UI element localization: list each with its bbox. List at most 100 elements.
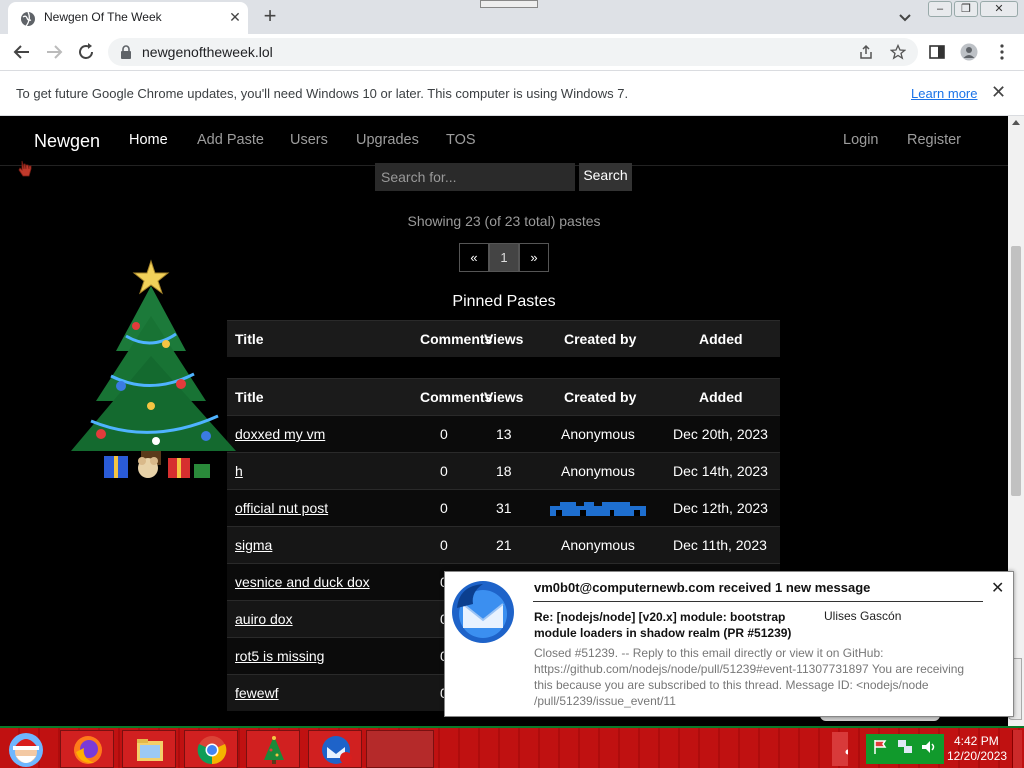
paste-title-link[interactable]: vesnice and duck dox [235, 574, 370, 590]
clock-time[interactable]: 4:42 PM [954, 734, 999, 748]
forward-arrow-icon[interactable] [44, 42, 64, 62]
paste-title-link[interactable]: rot5 is missing [235, 648, 324, 664]
window-drag-handle[interactable] [480, 0, 538, 8]
firefox-icon [74, 736, 102, 764]
folder-icon [137, 739, 163, 761]
col-views: Views [484, 331, 524, 347]
new-tab-button[interactable]: + [258, 5, 282, 29]
nav-upgrades[interactable]: Upgrades [356, 132, 419, 148]
view-count: 18 [496, 463, 512, 479]
thunderbird-icon [452, 581, 514, 643]
share-icon[interactable] [858, 44, 874, 60]
nav-tos[interactable]: TOS [446, 132, 476, 148]
results-count: Showing 23 (of 23 total) pastes [407, 213, 601, 229]
notification-title: Re: [nodejs/node] [v20.x] module: bootst… [534, 610, 792, 640]
nav-users[interactable]: Users [290, 132, 328, 148]
minimize-button[interactable]: – [928, 1, 952, 17]
network-icon[interactable] [896, 738, 914, 756]
view-count: 21 [496, 537, 512, 553]
created-by[interactable]: Anonymous [561, 426, 635, 442]
red-hand-cursor-icon [18, 160, 32, 177]
back-arrow-icon[interactable] [12, 42, 32, 62]
tab-close-icon[interactable]: ✕ [226, 8, 244, 26]
table-header-row: Title Comments Views Created by Added [227, 378, 780, 415]
tray-overflow-icon[interactable] [832, 732, 848, 766]
restore-button[interactable]: ❐ [954, 1, 978, 17]
table-row: h 0 18 Anonymous Dec 14th, 2023 [227, 452, 780, 489]
infobar-close-icon[interactable]: ✕ [991, 82, 1006, 103]
col-views: Views [484, 389, 524, 405]
paste-title-link[interactable]: auiro dox [235, 611, 293, 627]
pinned-table: Title Comments Views Created by Added [227, 320, 780, 357]
paste-title-link[interactable]: fewewf [235, 685, 279, 701]
col-comments: Comments [420, 389, 493, 405]
search-input[interactable]: Search for... [375, 163, 575, 191]
thunderbird-taskbar-icon [322, 736, 352, 764]
search-button[interactable]: Search [579, 163, 632, 191]
update-infobar: To get future Google Chrome updates, you… [0, 70, 1024, 116]
chrome-icon [197, 736, 227, 765]
col-added: Added [699, 389, 743, 405]
nav-register[interactable]: Register [907, 132, 961, 148]
taskbar-thunderbird[interactable] [308, 730, 362, 768]
added-date: Dec 11th, 2023 [673, 537, 767, 553]
comment-count: 0 [440, 426, 448, 442]
action-center-flag-icon[interactable] [872, 738, 890, 756]
lock-icon[interactable] [120, 45, 132, 59]
learn-more-link[interactable]: Learn more [911, 86, 977, 101]
clock-date[interactable]: 12/20/2023 [947, 749, 1007, 763]
comment-count: 0 [440, 500, 448, 516]
nav-login[interactable]: Login [843, 132, 878, 148]
created-by[interactable]: Anonymous [561, 537, 635, 553]
table-row: doxxed my vm 0 13 Anonymous Dec 20th, 20… [227, 415, 780, 452]
scroll-thumb[interactable] [1011, 246, 1021, 496]
user-badge-image[interactable] [550, 502, 646, 516]
nav-add-paste[interactable]: Add Paste [197, 132, 264, 148]
santa-start-button-icon[interactable] [4, 730, 48, 768]
windows-taskbar: 4:42 PM 12/20/2023 [0, 726, 1024, 768]
site-brand[interactable]: Newgen [34, 131, 100, 152]
tab-search-chevron-icon[interactable] [896, 8, 914, 26]
infobar-message: To get future Google Chrome updates, you… [16, 86, 629, 101]
paste-title-link[interactable]: sigma [235, 537, 272, 553]
url-text[interactable]: newgenoftheweek.lol [142, 44, 273, 60]
table-row: sigma 0 21 Anonymous Dec 11th, 2023 [227, 526, 780, 563]
globe-icon [21, 11, 35, 27]
close-window-button[interactable]: ✕ [980, 1, 1018, 17]
col-added: Added [699, 331, 743, 347]
side-panel-icon[interactable] [928, 43, 946, 61]
page-prev-button[interactable]: « [459, 243, 489, 272]
address-bar[interactable]: newgenoftheweek.lol [108, 38, 918, 66]
profile-avatar-icon[interactable] [960, 43, 978, 61]
taskbar-empty-slot[interactable] [366, 730, 434, 768]
taskbar-chrome[interactable] [184, 730, 238, 768]
show-desktop-button[interactable] [1012, 730, 1022, 768]
volume-icon[interactable] [920, 738, 938, 756]
page-next-button[interactable]: » [519, 243, 549, 272]
menu-kebab-icon[interactable] [993, 43, 1011, 61]
browser-tab[interactable]: Newgen Of The Week ✕ [8, 2, 248, 34]
taskbar-explorer[interactable] [122, 730, 176, 768]
notification-divider [533, 601, 983, 602]
tab-strip: Newgen Of The Week ✕ + – ❐ ✕ [0, 0, 1024, 34]
notification-subject: vm0b0t@computernewb.com received 1 new m… [534, 580, 871, 595]
bookmark-star-icon[interactable] [890, 44, 906, 60]
nav-home[interactable]: Home [129, 132, 168, 148]
notification-body: Closed #51239. -- Reply to this email di… [534, 646, 965, 708]
mail-notification[interactable]: vm0b0t@computernewb.com received 1 new m… [444, 571, 1014, 717]
taskbar-firefox[interactable] [60, 730, 114, 768]
reload-icon[interactable] [76, 42, 96, 62]
page-current-button[interactable]: 1 [489, 243, 519, 272]
created-by[interactable]: Anonymous [561, 463, 635, 479]
tab-title: Newgen Of The Week [44, 10, 162, 24]
table-header-row: Title Comments Views Created by Added [227, 320, 780, 357]
scroll-up-arrow-icon[interactable] [1012, 120, 1020, 125]
added-date: Dec 12th, 2023 [673, 500, 768, 516]
comment-count: 0 [440, 537, 448, 553]
added-date: Dec 14th, 2023 [673, 463, 768, 479]
tree-icon [264, 736, 284, 764]
notification-sender: Ulises Gascón [824, 609, 902, 623]
notification-close-icon[interactable]: ✕ [991, 578, 1004, 598]
col-comments: Comments [420, 331, 493, 347]
taskbar-christmas-tree[interactable] [246, 730, 300, 768]
